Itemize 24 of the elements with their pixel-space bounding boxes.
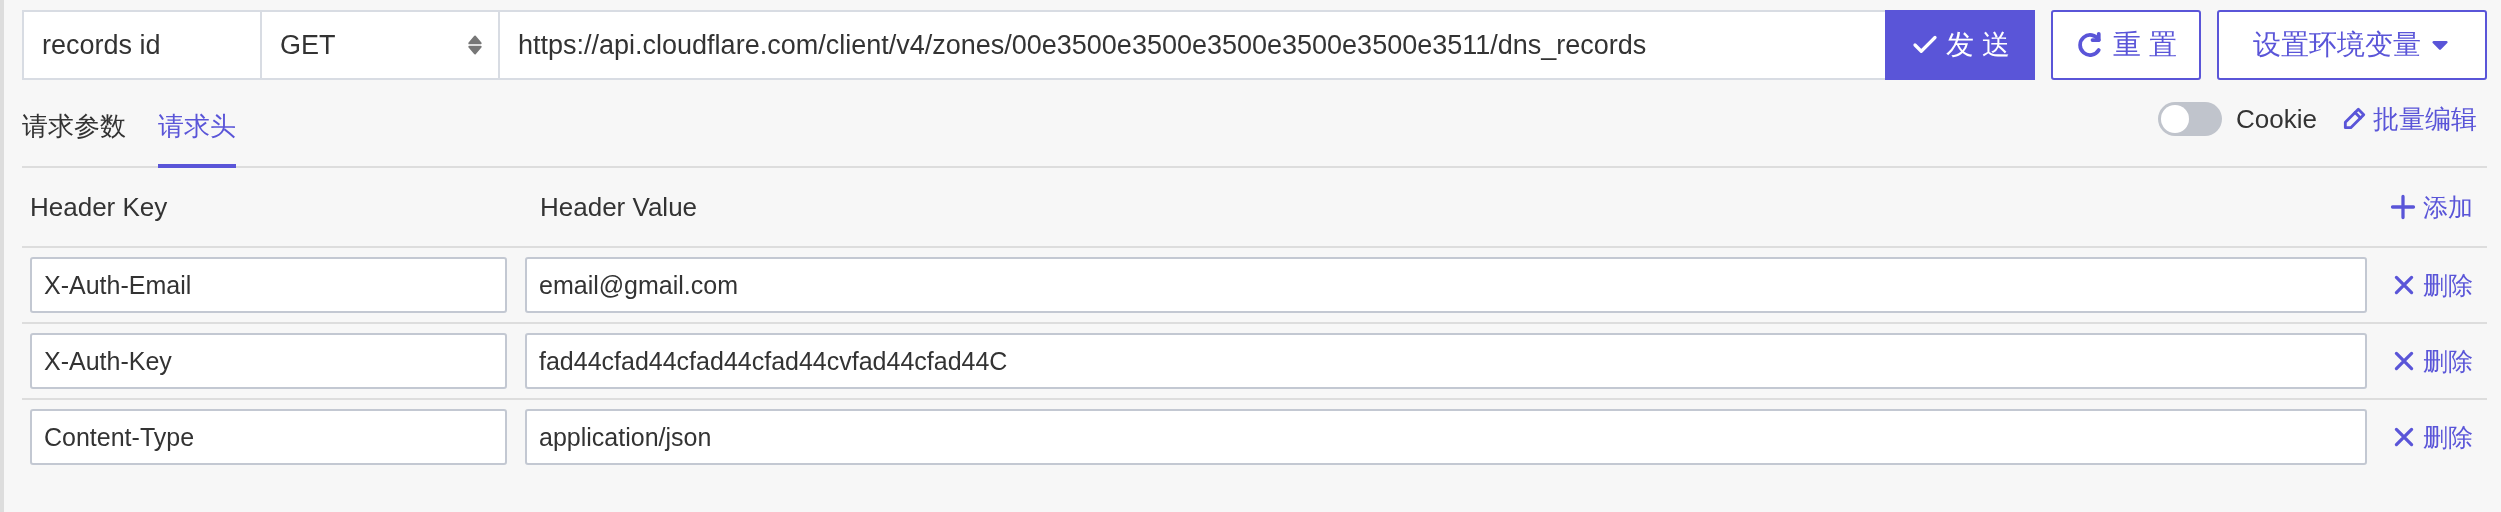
pencil-icon: [2341, 106, 2367, 132]
header-value-field[interactable]: fad44cfad44cfad44cfad44cvfad44cfad44C: [525, 333, 2367, 389]
add-button[interactable]: 添加: [2389, 190, 2473, 224]
delete-button[interactable]: 删除: [2391, 268, 2473, 302]
header-key-field[interactable]: X-Auth-Email: [30, 257, 507, 313]
tab[interactable]: 请求头: [158, 80, 236, 168]
column-header: Header Key: [30, 191, 169, 223]
header-key-field[interactable]: Content-Type: [30, 409, 507, 465]
delete-button[interactable]: 删除: [2391, 420, 2473, 454]
send-button[interactable]: 发 送: [1885, 10, 2035, 80]
reset-button[interactable]: 重 置: [2051, 10, 2201, 80]
header-value-field[interactable]: application/json: [525, 409, 2367, 465]
header-key-field[interactable]: X-Auth-Key: [30, 333, 507, 389]
env-button[interactable]: 设置环境变量: [2217, 10, 2487, 80]
delete-button[interactable]: 删除: [2391, 344, 2473, 378]
plus-icon: [2389, 193, 2417, 221]
cookie-toggle[interactable]: [2158, 102, 2223, 136]
name-field[interactable]: records id: [22, 10, 260, 80]
column-header: Header Value: [540, 191, 699, 223]
url-field[interactable]: https://api.cloudflare.com/client/v4/zones/00e3500e3500e3500e3500e3500e3511/dns_records: [498, 10, 1885, 80]
cookie-label: Cookie: [2236, 103, 2317, 135]
tab[interactable]: 请求参数: [22, 80, 126, 168]
header-value-field[interactable]: email@gmail.com: [525, 257, 2367, 313]
method-select[interactable]: GET: [260, 10, 498, 80]
